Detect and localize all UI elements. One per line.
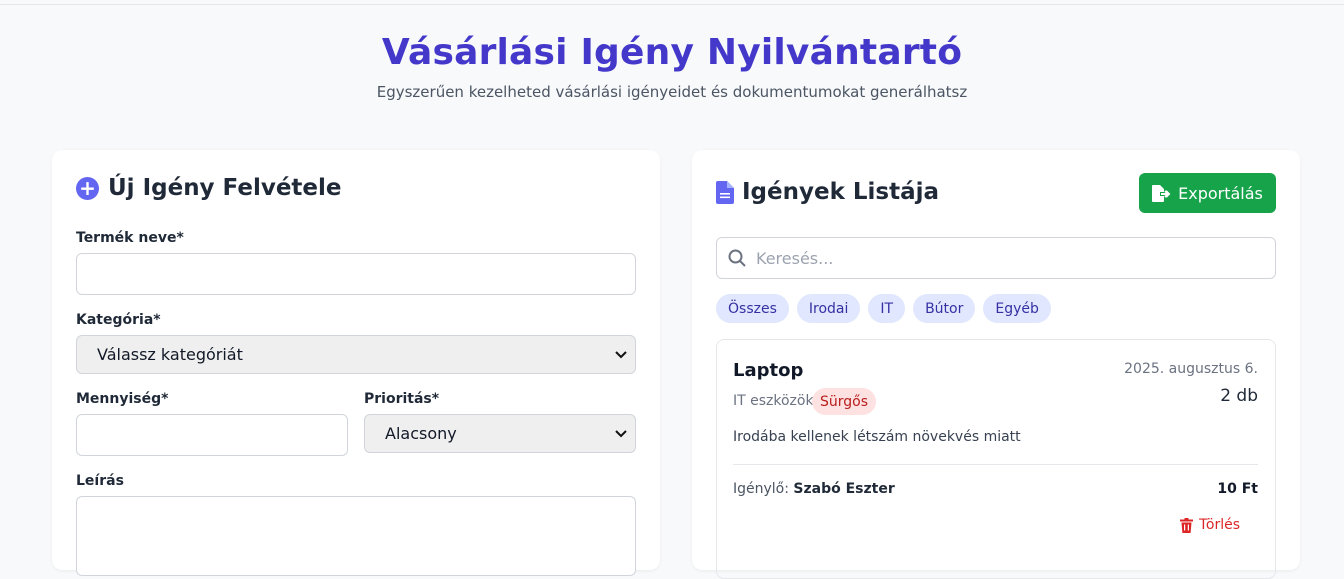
request-description: Irodába kellenek létszám növekvés miatt xyxy=(733,429,1021,445)
priority-label: Prioritás* xyxy=(364,391,440,407)
document-icon xyxy=(716,180,734,204)
request-list-card: Igények Listája Exportálás Keresés... Ös… xyxy=(692,150,1300,579)
category-select[interactable]: Válassz kategóriát xyxy=(76,335,636,374)
plus-circle-icon: + xyxy=(76,176,99,200)
priority-select[interactable]: Alacsony xyxy=(364,414,636,453)
list-title: Igények Listája xyxy=(716,179,939,205)
item-divider xyxy=(733,464,1258,465)
category-label: Kategória* xyxy=(76,312,161,328)
request-name: Laptop xyxy=(733,360,804,381)
description-label: Leírás xyxy=(76,473,124,489)
export-button[interactable]: Exportálás xyxy=(1139,173,1276,213)
chevron-down-icon xyxy=(615,427,627,441)
page-header: Vásárlási Igény Nyilvántartó Egyszerűen … xyxy=(0,32,1344,101)
delete-button[interactable]: Törlés xyxy=(1180,517,1240,533)
requester-label: Igénylő: xyxy=(733,481,789,497)
trash-icon xyxy=(1180,517,1194,533)
filter-chip-furniture[interactable]: Bútor xyxy=(913,294,976,323)
top-divider xyxy=(0,4,1344,5)
search-icon xyxy=(728,249,746,267)
filter-chip-it[interactable]: IT xyxy=(868,294,906,323)
page-title: Vásárlási Igény Nyilvántartó xyxy=(381,32,963,73)
new-request-card: + Új Igény Felvétele Termék neve* Kategó… xyxy=(52,150,660,576)
search-input[interactable]: Keresés... xyxy=(716,237,1276,279)
requester: Igénylő: Szabó Eszter xyxy=(733,481,895,497)
page-subtitle: Egyszerűen kezelheted vásárlási igényeid… xyxy=(376,83,968,101)
search-placeholder: Keresés... xyxy=(756,248,834,268)
product-label: Termék neve* xyxy=(76,230,184,246)
request-price: 10 Ft xyxy=(1217,481,1258,497)
request-category: IT eszközök xyxy=(733,393,814,409)
export-label: Exportálás xyxy=(1178,183,1263,203)
request-date: 2025. augusztus 6. xyxy=(1124,361,1258,377)
filter-chips: Összes Irodai IT Bútor Egyéb xyxy=(716,294,1059,323)
requester-name: Szabó Eszter xyxy=(793,481,895,497)
delete-label: Törlés xyxy=(1199,517,1240,533)
product-input[interactable] xyxy=(76,253,636,295)
priority-badge: Sürgős xyxy=(812,388,877,415)
form-title-text: Új Igény Felvétele xyxy=(108,175,342,201)
filter-chip-all[interactable]: Összes xyxy=(716,294,789,323)
form-title: + Új Igény Felvétele xyxy=(76,175,342,201)
request-item: Laptop 2025. augusztus 6. IT eszközök Sü… xyxy=(716,339,1276,579)
filter-chip-other[interactable]: Egyéb xyxy=(983,294,1051,323)
request-quantity: 2 db xyxy=(1220,386,1258,406)
category-selected-value: Válassz kategóriát xyxy=(97,345,243,364)
chevron-down-icon xyxy=(615,348,627,362)
filter-chip-office[interactable]: Irodai xyxy=(796,294,861,323)
list-title-text: Igények Listája xyxy=(742,179,940,205)
priority-selected-value: Alacsony xyxy=(385,424,457,443)
description-textarea[interactable] xyxy=(76,496,636,576)
quantity-input[interactable] xyxy=(76,414,348,456)
file-export-icon xyxy=(1152,184,1171,202)
quantity-label: Mennyiség* xyxy=(76,391,169,407)
